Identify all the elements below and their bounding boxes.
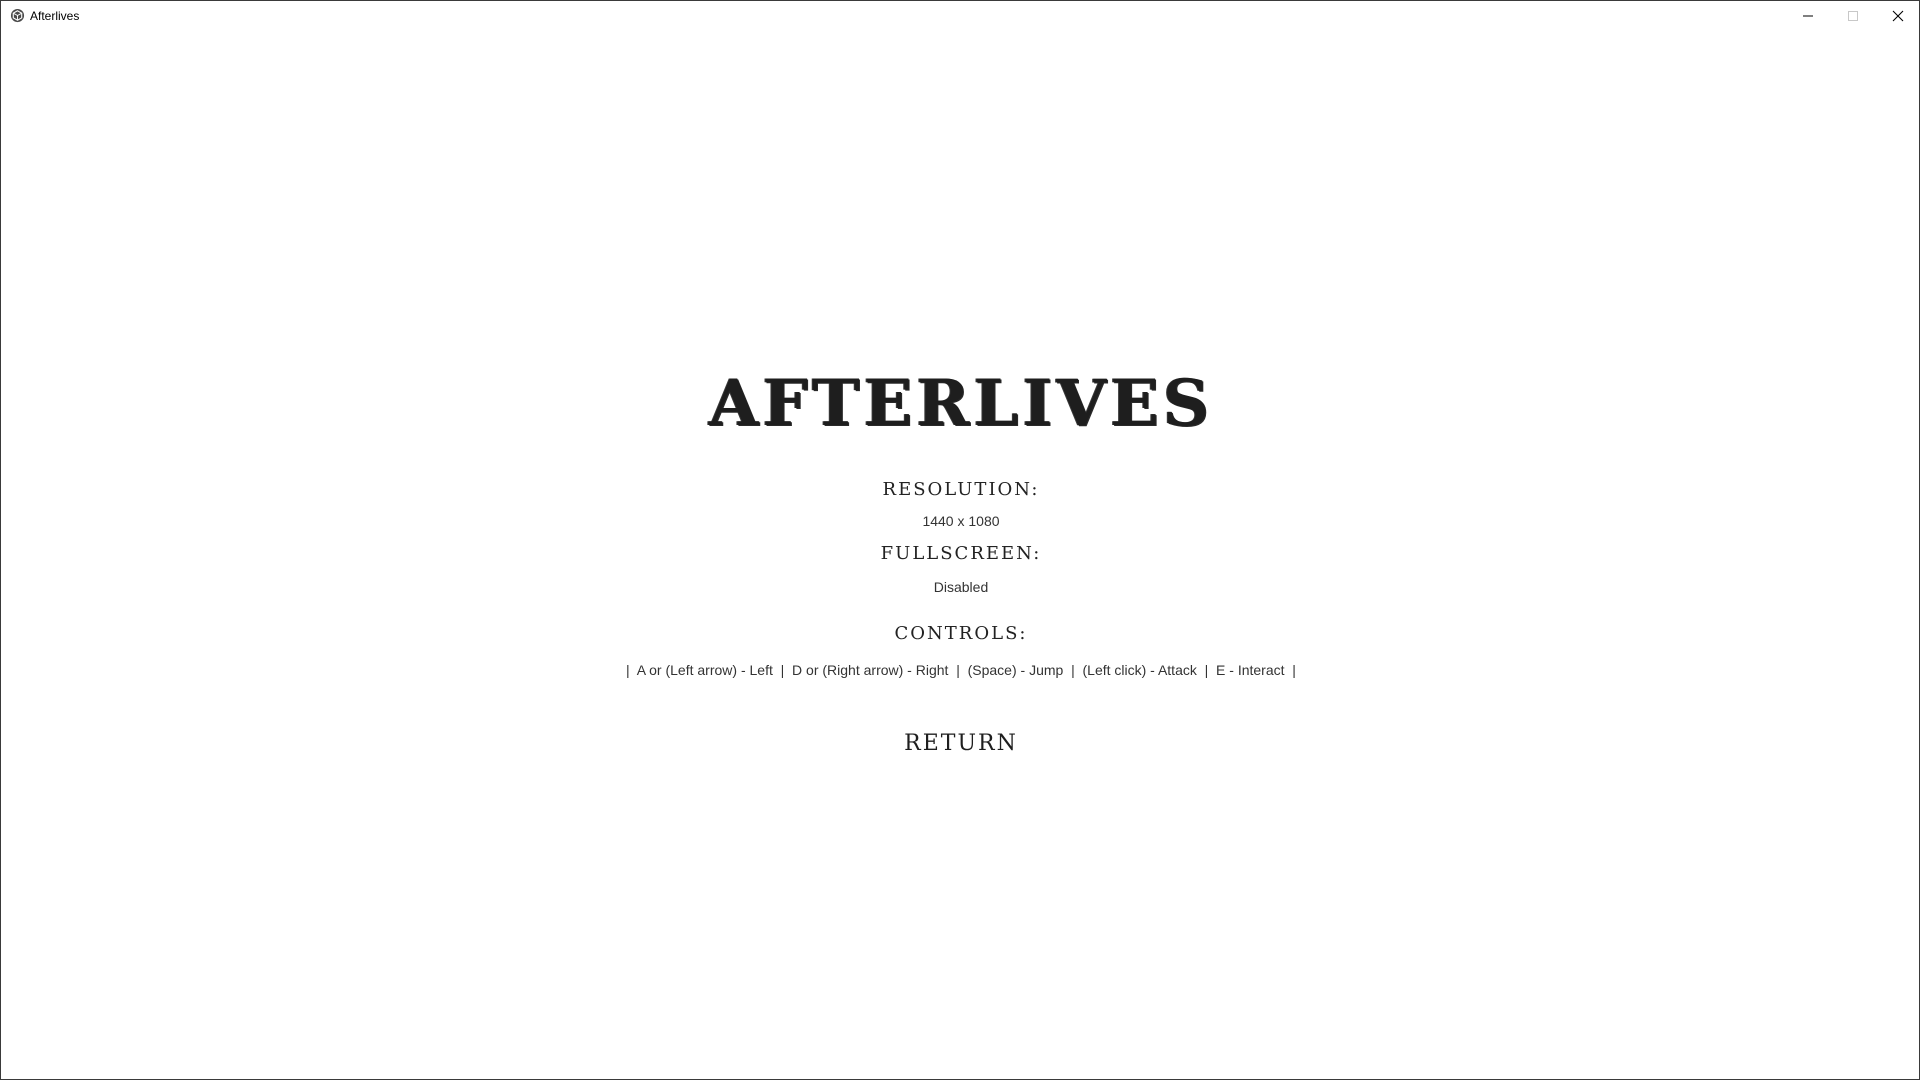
minimize-icon	[1803, 15, 1813, 17]
resolution-heading: RESOLUTION:	[882, 479, 1040, 500]
close-icon	[1892, 10, 1904, 22]
unity-cube-icon	[10, 8, 25, 23]
window-title: Afterlives	[30, 9, 80, 23]
title-bar[interactable]: Afterlives	[1, 1, 1919, 31]
minimize-button[interactable]	[1785, 1, 1831, 31]
resolution-value[interactable]: 1440 x 1080	[1, 513, 1920, 529]
controls-heading: CONTROLS:	[894, 623, 1028, 644]
fullscreen-heading: FULLSCREEN:	[880, 543, 1042, 564]
game-viewport: AFTERLIVES RESOLUTION: 1440 x 1080 FULLS…	[1, 31, 1920, 1081]
close-button[interactable]	[1875, 1, 1920, 31]
maximize-icon	[1848, 11, 1858, 21]
game-title: AFTERLIVES	[708, 366, 1214, 441]
maximize-button[interactable]	[1830, 1, 1876, 31]
return-button-label[interactable]: RETURN	[896, 729, 1026, 758]
fullscreen-value[interactable]: Disabled	[1, 579, 1920, 595]
controls-list: | A or (Left arrow) - Left | D or (Right…	[626, 662, 1296, 678]
game-window: Afterlives AFTERLIVES RESOLUTION: 1440 x…	[0, 0, 1920, 1080]
return-button[interactable]: RETURN	[1, 729, 1920, 758]
